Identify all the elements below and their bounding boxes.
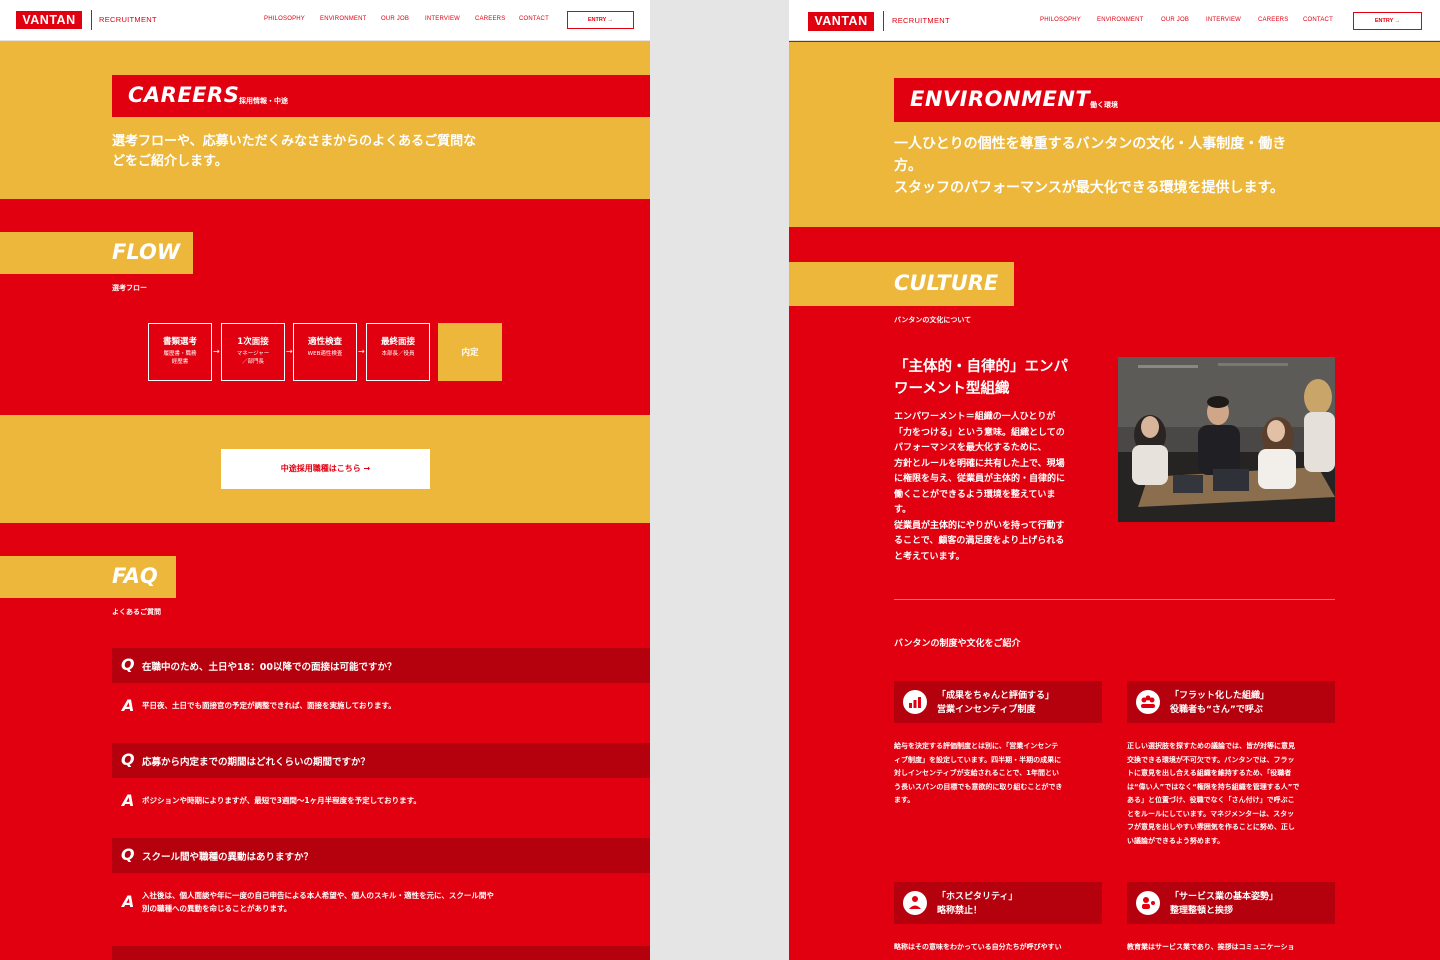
nav-careers[interactable]: CAREERS bbox=[475, 16, 505, 22]
page-title: ENVIRONMENT bbox=[910, 87, 1091, 111]
flow-step-aptitude: 適性検査 WEB適性検査 bbox=[293, 323, 357, 381]
office-meeting-photo bbox=[1118, 357, 1335, 522]
careers-hero-band bbox=[0, 41, 650, 199]
faq-question-1[interactable]: Q 在職中のため、土日や18：00以降での面接は可能ですか？ bbox=[112, 648, 650, 683]
people-icon bbox=[1136, 690, 1160, 714]
answer-mark-icon: A bbox=[122, 892, 135, 911]
culture-subtitle: バンタンの文化について bbox=[894, 316, 972, 324]
answer-mark-icon: A bbox=[122, 696, 135, 715]
card-flat-organization-body: 正しい選択肢を探すための議論では、皆が対等に意見 交換できる環境が不可欠です。バ… bbox=[1127, 742, 1300, 845]
entry-button[interactable]: ENTRY → bbox=[1353, 12, 1422, 30]
system-intro: バンタンの制度や文化をご紹介 bbox=[894, 639, 1021, 649]
card-flat-organization: 「フラット化した組織」 役職者も“さん”で呼ぶ bbox=[1127, 681, 1335, 723]
faq-answer-3-line-2: 別の職種への異動を命じることがあります。 bbox=[142, 904, 292, 913]
vantan-logo[interactable]: VANTAN bbox=[16, 11, 82, 29]
question-mark-icon: Q bbox=[121, 750, 135, 769]
mid-career-jobs-button[interactable]: 中途採用職種はこちら → bbox=[221, 449, 430, 489]
answer-mark-icon: A bbox=[122, 791, 135, 810]
nav-interview[interactable]: INTERVIEW bbox=[425, 16, 460, 22]
environment-lead-2: 方。 bbox=[894, 158, 922, 174]
vantan-logo[interactable]: VANTAN bbox=[808, 12, 874, 31]
faq-answer-3-line-1: 入社後は、個人面談や年に一度の自己申告による本人希望や、個人のスキル・適性を元に… bbox=[142, 891, 494, 900]
nav-contact[interactable]: CONTACT bbox=[1303, 17, 1333, 23]
flow-step-final-interview: 最終面接 本部長／役員 bbox=[366, 323, 430, 381]
page-subtitle: 採用情報・中途 bbox=[239, 97, 288, 105]
card-incentive-body: 給与を決定する評価制度とは別に、「営業インセンテ ィブ制度」を設定しています。四… bbox=[894, 742, 1063, 804]
chart-icon bbox=[903, 690, 927, 714]
flow-step-document: 書類選考 履歴書・職務 経歴書 bbox=[148, 323, 212, 381]
careers-page: VANTAN RECRUITMENT PHILOSOPHY ENVIRONMEN… bbox=[0, 0, 650, 960]
faq-title: FAQ bbox=[112, 564, 158, 588]
hospitality-icon bbox=[903, 891, 927, 915]
environment-lead-3: スタッフのパフォーマンスが最大化できる環境を提供します。 bbox=[894, 180, 1285, 196]
careers-lead-1: 選考フローや、応募いただくみなさまからのよくあるご質問な bbox=[112, 134, 477, 149]
nav-our-job[interactable]: OUR JOB bbox=[1161, 17, 1189, 23]
flow-arrow-icon: → bbox=[358, 347, 365, 356]
service-icon bbox=[1136, 891, 1160, 915]
entry-button[interactable]: ENTRY → bbox=[567, 11, 634, 29]
logo-divider bbox=[883, 11, 884, 31]
nav-interview[interactable]: INTERVIEW bbox=[1206, 17, 1241, 23]
flow-arrow-icon: → bbox=[286, 347, 293, 356]
nav-careers[interactable]: CAREERS bbox=[1258, 17, 1288, 23]
page-subtitle: 働く環境 bbox=[1090, 101, 1118, 109]
faq-answer-1: 平日夜、土日でも面接官の予定が調整できれば、面接を実施しております。 bbox=[142, 701, 396, 710]
site-header: VANTAN RECRUITMENT PHILOSOPHY ENVIRONMEN… bbox=[0, 0, 650, 41]
nav-philosophy[interactable]: PHILOSOPHY bbox=[1040, 17, 1081, 23]
faq-subtitle: よくあるご質問 bbox=[112, 608, 161, 616]
recruitment-label: RECRUITMENT bbox=[892, 16, 950, 25]
question-mark-icon: Q bbox=[121, 845, 135, 864]
environment-page: VANTAN RECRUITMENT PHILOSOPHY ENVIRONMEN… bbox=[789, 0, 1440, 960]
card-service-basics-body: 教育業はサービス業であり、挨拶はコミュニケーショ bbox=[1127, 943, 1295, 951]
faq-question-2[interactable]: Q 応募から内定までの期間はどれくらいの期間ですか？ bbox=[112, 743, 650, 778]
card-hospitality-body: 略称はその意味をわかっている自分たちが呼びやすい bbox=[894, 943, 1062, 951]
recruitment-label: RECRUITMENT bbox=[99, 15, 157, 24]
flow-step-first-interview: 1次面接 マネージャー ／部門長 bbox=[221, 323, 285, 381]
card-hospitality: 「ホスピタリティ」 略称禁止！ bbox=[894, 882, 1102, 924]
card-incentive: 「成果をちゃんと評価する」 営業インセンティブ制度 bbox=[894, 681, 1102, 723]
site-header: VANTAN RECRUITMENT PHILOSOPHY ENVIRONMEN… bbox=[789, 0, 1440, 41]
culture-body: エンパワーメント＝組織の一人ひとりが 「力をつける」という意味。組織としての パ… bbox=[894, 412, 1066, 562]
faq-question-3[interactable]: Q スクール間や職種の異動はありますか？ bbox=[112, 838, 650, 873]
nav-contact[interactable]: CONTACT bbox=[519, 16, 549, 22]
faq-answer-2: ポジションや時期によりますが、最短で3週間〜1ヶ月半程度を予定しております。 bbox=[142, 796, 421, 805]
nav-environment[interactable]: ENVIRONMENT bbox=[320, 16, 367, 22]
section-divider bbox=[894, 599, 1335, 600]
card-service-basics: 「サービス業の基本姿勢」 整理整頓と挨拶 bbox=[1127, 882, 1335, 924]
office-photo-illustration bbox=[1118, 357, 1335, 522]
faq-question-4[interactable] bbox=[112, 946, 650, 960]
environment-lead-1: 一人ひとりの個性を尊重するバンタンの文化・人事制度・働き bbox=[894, 136, 1287, 152]
question-mark-icon: Q bbox=[121, 655, 135, 674]
nav-philosophy[interactable]: PHILOSOPHY bbox=[264, 16, 305, 22]
logo-divider bbox=[91, 10, 92, 30]
flow-arrow-icon: → bbox=[213, 347, 220, 356]
nav-environment[interactable]: ENVIRONMENT bbox=[1097, 17, 1144, 23]
flow-subtitle: 選考フロー bbox=[112, 284, 147, 292]
page-title: CAREERS bbox=[128, 83, 240, 107]
flow-title: FLOW bbox=[112, 240, 180, 264]
careers-lead-2: どをご紹介します。 bbox=[112, 154, 228, 169]
culture-title: CULTURE bbox=[894, 271, 999, 295]
nav-our-job[interactable]: OUR JOB bbox=[381, 16, 409, 22]
culture-heading: 「主体的・自律的」エンパ ワーメント型組織 bbox=[894, 359, 1068, 397]
flow-step-offer: 内定 bbox=[438, 323, 502, 381]
